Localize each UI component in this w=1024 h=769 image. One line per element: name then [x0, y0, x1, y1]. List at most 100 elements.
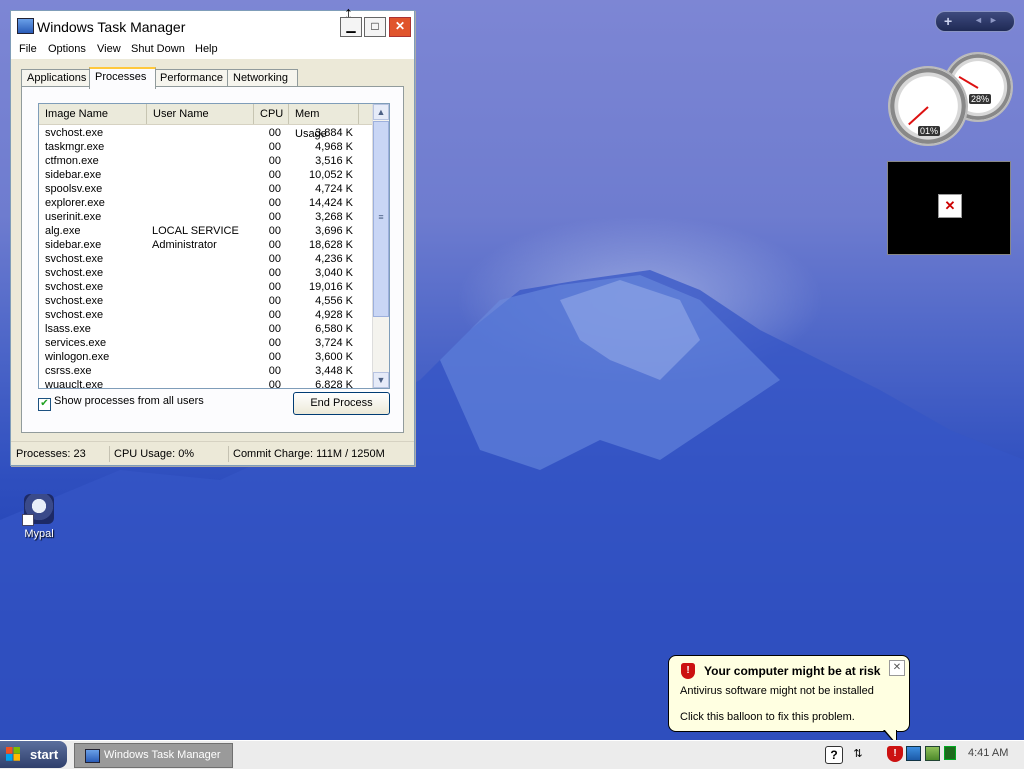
task-manager-icon	[85, 749, 100, 763]
column-cpu[interactable]: CPU	[254, 104, 289, 124]
taskbar: start Windows Task Manager ? ⇅ ! 4:41 AM	[0, 740, 1024, 769]
scroll-up-button[interactable]: ▲	[373, 104, 389, 120]
cpu-gauge-label: 01%	[918, 126, 941, 136]
tab-networking[interactable]: Networking	[227, 69, 298, 87]
end-process-button[interactable]: End Process	[293, 392, 390, 415]
menu-file[interactable]: File	[19, 43, 37, 55]
menu-view[interactable]: View	[97, 43, 121, 55]
process-mem: 19,016 K	[308, 281, 353, 293]
process-name: sidebar.exe	[45, 239, 102, 251]
taskbar-button-task-manager[interactable]: Windows Task Manager	[74, 743, 233, 768]
menu-help[interactable]: Help	[195, 43, 218, 55]
memory-gauge-label: 28%	[969, 94, 992, 104]
process-cpu: 00	[268, 337, 281, 349]
status-commit-charge: Commit Charge: 111M / 1250M	[233, 448, 385, 460]
maximize-button[interactable]: □	[364, 17, 386, 37]
status-processes: Processes: 23	[11, 446, 110, 462]
process-name: explorer.exe	[45, 197, 105, 209]
process-cpu: 00	[268, 295, 281, 307]
tab-processes[interactable]: Processes	[89, 67, 156, 89]
show-all-users-checkbox[interactable]: ✔ Show processes from all users	[38, 395, 204, 411]
mypal-icon	[22, 494, 54, 526]
start-button[interactable]: start	[0, 741, 67, 768]
process-name: svchost.exe	[45, 309, 104, 321]
process-name: ctfmon.exe	[45, 155, 99, 167]
security-balloon[interactable]: ! Your computer might be at risk ✕ Antiv…	[668, 655, 910, 746]
table-row[interactable]: csrss.exe 00 3,448 K	[39, 364, 372, 378]
process-cpu: 00	[268, 379, 281, 389]
menu-shut-down[interactable]: Shut Down	[131, 43, 185, 55]
balloon-message: Antivirus software might not be installe…	[680, 685, 874, 697]
menu-bar: File Options View Shut Down Help	[11, 41, 414, 59]
battery-icon[interactable]	[944, 746, 956, 760]
process-mem: 3,724 K	[315, 337, 353, 349]
update-icon[interactable]	[925, 746, 940, 761]
add-gadget-icon[interactable]: +	[944, 13, 952, 29]
process-cpu: 00	[268, 351, 281, 363]
slideshow-gadget[interactable]: ✕	[887, 161, 1011, 255]
column-image-name[interactable]: Image Name	[39, 104, 147, 124]
process-cpu: 00	[268, 155, 281, 167]
process-cpu: 00	[268, 197, 281, 209]
process-mem: 4,928 K	[315, 309, 353, 321]
window-title: Windows Task Manager	[37, 19, 186, 35]
title-bar[interactable]: Windows Task Manager ↕ ▁ □ ✕	[11, 3, 414, 41]
table-row[interactable]: svchost.exe 00 19,016 K	[39, 280, 372, 294]
process-mem: 3,448 K	[315, 365, 353, 377]
desktop-icon-mypal[interactable]: Mypal	[14, 494, 64, 540]
process-mem: 4,968 K	[315, 141, 353, 153]
table-row[interactable]: svchost.exe 00 4,556 K	[39, 294, 372, 308]
process-cpu: 00	[268, 127, 281, 139]
table-row[interactable]: spoolsv.exe 00 4,724 K	[39, 182, 372, 196]
process-mem: 4,236 K	[315, 253, 353, 265]
security-center-icon[interactable]: !	[887, 746, 903, 762]
table-row[interactable]: winlogon.exe 00 3,600 K	[39, 350, 372, 364]
column-user-name[interactable]: User Name	[147, 104, 254, 124]
tab-strip: Applications Processes Performance Netwo…	[21, 67, 401, 89]
scroll-down-button[interactable]: ▼	[373, 372, 389, 388]
process-list[interactable]: Image Name User Name CPU Mem Usage svcho…	[38, 103, 390, 389]
table-row[interactable]: alg.exe LOCAL SERVICE 00 3,696 K	[39, 224, 372, 238]
balloon-close-button[interactable]: ✕	[889, 660, 905, 676]
clock[interactable]: 4:41 AM	[968, 747, 1008, 759]
scroll-thumb[interactable]: ≡	[373, 121, 389, 317]
table-row[interactable]: taskmgr.exe 00 4,968 K	[39, 140, 372, 154]
menu-options[interactable]: Options	[48, 43, 86, 55]
balloon-action: Click this balloon to fix this problem.	[680, 711, 855, 723]
table-row[interactable]: explorer.exe 00 14,424 K	[39, 196, 372, 210]
desktop-icon-label: Mypal	[24, 528, 54, 540]
network-connection-icon[interactable]	[906, 746, 921, 761]
column-mem-usage[interactable]: Mem Usage	[289, 104, 359, 140]
windows-logo-icon	[6, 747, 20, 761]
cpu-gauge-needle	[908, 106, 929, 126]
help-icon[interactable]: ?	[825, 746, 843, 764]
cpu-gauge[interactable]: 01%	[888, 66, 968, 146]
table-row[interactable]: svchost.exe 00 3,884 K	[39, 126, 372, 140]
tab-performance[interactable]: Performance	[154, 69, 229, 87]
table-row[interactable]: lsass.exe 00 6,580 K	[39, 322, 372, 336]
gadget-nav-arrows-icon[interactable]: ◄►	[974, 15, 1004, 25]
minimize-button[interactable]: ▁	[340, 17, 362, 37]
network-icon[interactable]: ⇅	[850, 746, 866, 762]
table-row[interactable]: svchost.exe 00 3,040 K	[39, 266, 372, 280]
table-row[interactable]: sidebar.exe 00 10,052 K	[39, 168, 372, 182]
table-row[interactable]: userinit.exe 00 3,268 K	[39, 210, 372, 224]
close-button[interactable]: ✕	[389, 17, 411, 37]
process-cpu: 00	[268, 211, 281, 223]
table-row[interactable]: services.exe 00 3,724 K	[39, 336, 372, 350]
process-mem: 6,828 K	[315, 379, 353, 389]
table-row[interactable]: ctfmon.exe 00 3,516 K	[39, 154, 372, 168]
status-bar: Processes: 23 CPU Usage: 0% Commit Charg…	[11, 441, 414, 464]
process-name: wuauclt.exe	[45, 379, 104, 389]
vertical-scrollbar[interactable]: ▲ ≡ ▼	[372, 104, 389, 388]
process-mem: 4,556 K	[315, 295, 353, 307]
table-row[interactable]: svchost.exe 00 4,928 K	[39, 308, 372, 322]
tab-applications[interactable]: Applications	[21, 69, 91, 87]
process-mem: 3,884 K	[315, 127, 353, 139]
table-row[interactable]: sidebar.exe Administrator 00 18,628 K	[39, 238, 372, 252]
taskbar-button-label: Windows Task Manager	[104, 749, 221, 761]
table-row[interactable]: svchost.exe 00 4,236 K	[39, 252, 372, 266]
table-row[interactable]: wuauclt.exe 00 6,828 K	[39, 378, 372, 389]
sidebar-controls: + ◄►	[935, 11, 1015, 32]
process-cpu: 00	[268, 141, 281, 153]
